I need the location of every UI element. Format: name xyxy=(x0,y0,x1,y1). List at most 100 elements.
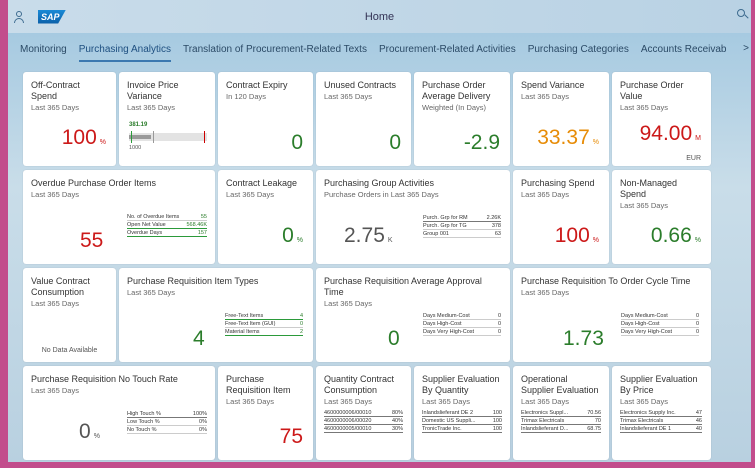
tile-title: Spend Variance xyxy=(521,80,585,90)
bullet-marker xyxy=(153,131,154,143)
user-icon[interactable] xyxy=(12,10,26,24)
frame-left xyxy=(0,0,8,468)
tile-subtitle: Last 365 Days xyxy=(127,288,175,297)
sap-logo[interactable]: SAP xyxy=(38,9,66,24)
frame-bottom xyxy=(0,462,755,468)
kpi-value: 0.66% xyxy=(650,224,701,247)
tile-pr-no-touch-rate[interactable]: Purchase Requisition No Touch Rate Last … xyxy=(23,366,215,460)
tile-subtitle: Last 365 Days xyxy=(620,103,668,112)
tile-title: Value Contract Consumption xyxy=(31,276,90,297)
shell-title: Home xyxy=(364,10,395,23)
tile-subtitle: Last 365 Days xyxy=(521,397,569,406)
tab-purchasing-categories[interactable]: Purchasing Categories xyxy=(528,36,629,63)
table-row: Electronics Supply Inc. 47 xyxy=(620,410,702,417)
tile-subtitle: Last 365 Days xyxy=(31,299,79,308)
tile-invoice-price-variance[interactable]: Invoice Price Variance Last 365 Days 381… xyxy=(119,72,215,166)
tile-title: Purchase Order Value xyxy=(620,80,684,101)
bullet-min-label: 1000 xyxy=(129,145,142,151)
tab-accounts-receivable[interactable]: Accounts Receivab xyxy=(641,36,727,63)
tile-purchasing-group-activities[interactable]: Purchasing Group Activities Purchase Ord… xyxy=(316,170,510,264)
tile-supplier-eval-price[interactable]: Supplier Evaluation By Price Last 365 Da… xyxy=(612,366,711,460)
tile-title: Supplier Evaluation By Price xyxy=(620,374,698,395)
table-row: Free-Text Item (GUI) 0 xyxy=(225,321,303,328)
comparison-table: Days Medium-Cost 0 Days High-Cost 0 Days V… xyxy=(423,312,501,336)
tab-monitoring[interactable]: Monitoring xyxy=(20,36,67,63)
tab-procurement-activities[interactable]: Procurement-Related Activities xyxy=(379,36,516,63)
tile-subtitle: Last 365 Days xyxy=(31,190,79,199)
tile-title: Purchase Requisition Average Approval Ti… xyxy=(324,276,482,297)
tile-title: Contract Expiry xyxy=(226,80,288,90)
tile-purchasing-spend[interactable]: Purchasing Spend Last 365 Days 100% xyxy=(513,170,609,264)
kpi-value: 0 xyxy=(388,327,400,350)
tile-title: Non-Managed Spend xyxy=(620,178,678,199)
frame-right xyxy=(751,0,755,468)
tile-title: Purchase Requisition Item Types xyxy=(127,276,259,286)
tile-contract-leakage[interactable]: Contract Leakage Last 365 Days 0% xyxy=(218,170,313,264)
table-row: Open Net Value 568.46K xyxy=(127,222,207,229)
tile-non-managed-spend[interactable]: Non-Managed Spend Last 365 Days 0.66% xyxy=(612,170,711,264)
no-data-message: No Data Available xyxy=(41,347,98,354)
kpi-value: 1.73 xyxy=(563,327,604,350)
table-row: Domestic US Suppli... 100 xyxy=(422,418,502,425)
tile-pr-item[interactable]: Purchase Requisition Item Last 365 Days … xyxy=(218,366,313,460)
tile-spend-variance[interactable]: Spend Variance Last 365 Days 33.37% xyxy=(513,72,609,166)
table-row: Purch. Grp for TG 378 xyxy=(423,223,501,230)
comparison-table: 4600000006/00010 80% 4600000006/00020 40% … xyxy=(324,409,403,433)
tile-subtitle: Last 365 Days xyxy=(226,190,274,199)
table-row: Trimax Electricals 46 xyxy=(620,418,702,425)
table-row: Days Very High-Cost 0 xyxy=(621,329,699,336)
tile-quantity-contract-consumption[interactable]: Quantity Contract Consumption Last 365 D… xyxy=(316,366,411,460)
tile-subtitle: In 120 Days xyxy=(226,92,267,101)
tab-purchasing-analytics[interactable]: Purchasing Analytics xyxy=(78,36,172,63)
table-row: Inlandslieferant DE 2 100 xyxy=(422,410,502,417)
tile-pr-approval-time[interactable]: Purchase Requisition Average Approval Ti… xyxy=(316,268,510,362)
tile-po-value[interactable]: Purchase Order Value Last 365 Days 94.00… xyxy=(612,72,711,166)
kpi-value: 0% xyxy=(79,420,100,443)
tile-subtitle: Last 365 Days xyxy=(324,299,372,308)
bullet-target-marker xyxy=(204,131,205,143)
tile-title: Purchasing Spend xyxy=(521,178,595,188)
kpi-value: 0% xyxy=(282,224,303,247)
table-row: Overdue Days 157 xyxy=(127,230,207,237)
search-icon[interactable] xyxy=(737,9,749,21)
kpi-value: -2.9 xyxy=(463,131,500,154)
comparison-table: Days Medium-Cost 0 Days High-Cost 0 Days V… xyxy=(621,312,699,336)
table-row: Electronics Suppl... 70.56 xyxy=(521,410,601,417)
tile-subtitle: Last 365 Days xyxy=(31,386,79,395)
kpi-value: 75 xyxy=(279,425,303,448)
tile-pr-to-order-cycle[interactable]: Purchase Requisition To Order Cycle Time… xyxy=(513,268,711,362)
tile-contract-expiry[interactable]: Contract Expiry In 120 Days 0 xyxy=(218,72,313,166)
tile-pr-item-types[interactable]: Purchase Requisition Item Types Last 365… xyxy=(119,268,313,362)
tile-subtitle: Last 365 Days xyxy=(422,397,470,406)
tile-title: Contract Leakage xyxy=(226,178,298,188)
tile-off-contract-spend[interactable]: Off-Contract Spend Last 365 Days 100% xyxy=(23,72,116,166)
comparison-table: High Touch % 100% Low Touch % 0% No Touch … xyxy=(127,410,207,434)
comparison-table: Purch. Grp for RM 2.26K Purch. Grp for TG… xyxy=(423,214,501,238)
tile-po-average-delivery[interactable]: Purchase Order Average Delivery Weighted… xyxy=(414,72,510,166)
tile-title: Supplier Evaluation By Quantity xyxy=(422,374,500,395)
tile-subtitle: Weighted (In Days) xyxy=(422,103,487,112)
comparison-table: Electronics Supply Inc. 47 Trimax Electri… xyxy=(620,409,702,433)
tile-title: Purchasing Group Activities xyxy=(324,178,435,188)
tile-title: Operational Supplier Evaluation xyxy=(521,374,599,395)
kpi-value: 33.37% xyxy=(537,126,599,149)
tile-unused-contracts[interactable]: Unused Contracts Last 365 Days 0 xyxy=(316,72,411,166)
tab-translation[interactable]: Translation of Procurement-Related Texts xyxy=(183,36,367,63)
table-row: No Touch % 0% xyxy=(127,427,207,434)
table-row: Days High-Cost 0 xyxy=(621,321,699,328)
tile-title: Overdue Purchase Order Items xyxy=(31,178,157,188)
tile-subtitle: Last 365 Days xyxy=(521,190,569,199)
tile-value-contract-consumption[interactable]: Value Contract Consumption Last 365 Days… xyxy=(23,268,116,362)
bullet-value: 381.19 xyxy=(129,122,148,128)
kpi-value: 100% xyxy=(61,126,106,149)
tab-overflow-icon[interactable]: > xyxy=(743,43,749,54)
kpi-value: 0 xyxy=(291,131,303,154)
table-row: No. of Overdue Items 55 xyxy=(127,214,207,221)
tile-title: Off-Contract Spend xyxy=(31,80,80,101)
tile-operational-supplier-eval[interactable]: Operational Supplier Evaluation Last 365… xyxy=(513,366,609,460)
table-row: Inlandslieferant D... 68.75 xyxy=(521,426,601,433)
kpi-value: 2.75 K xyxy=(344,224,393,247)
tile-overdue-po-items[interactable]: Overdue Purchase Order Items Last 365 Da… xyxy=(23,170,215,264)
tile-supplier-eval-quantity[interactable]: Supplier Evaluation By Quantity Last 365… xyxy=(414,366,510,460)
currency-label: EUR xyxy=(686,155,701,162)
